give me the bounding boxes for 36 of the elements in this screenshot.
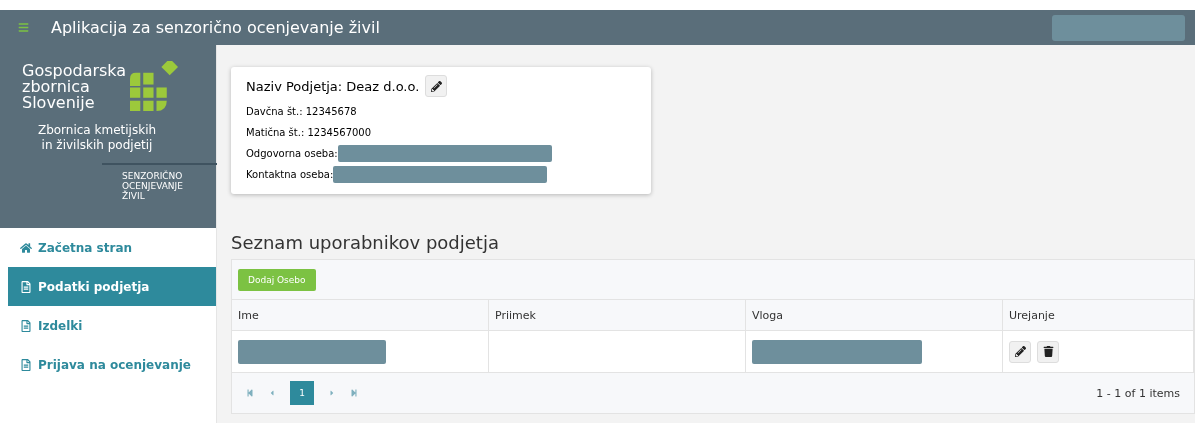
first-page-icon[interactable]: [246, 389, 254, 397]
document-icon: [20, 280, 32, 293]
edit-button[interactable]: [425, 75, 448, 97]
column-header: Urejanje: [1003, 300, 1194, 330]
column-header: Vloga: [746, 300, 1003, 330]
menu-icon[interactable]: [18, 22, 29, 33]
logo-icon: [130, 61, 181, 111]
document-icon: [20, 358, 32, 371]
logo-name: Gospodarska zbornica Slovenije: [22, 63, 127, 111]
logo-subtitle: Zbornica kmetijskih in živilskih podjetij: [36, 123, 158, 153]
field-label: Davčna št.: 12345678: [246, 106, 357, 117]
nav-item[interactable]: Izdelki: [8, 306, 216, 345]
nav-item[interactable]: Podatki podjetja: [8, 267, 216, 306]
trash-icon: [1042, 346, 1054, 357]
column-header: Ime: [232, 300, 489, 330]
nav-item[interactable]: Začetna stran: [8, 228, 216, 267]
field-label: Kontaktna oseba:: [246, 169, 334, 180]
delete-button[interactable]: [1037, 340, 1059, 363]
field-label: Odgovorna oseba:: [246, 148, 338, 159]
pager-info: 1 - 1 of 1 items: [1096, 386, 1180, 400]
section-title: Seznam uporabnikov podjetja: [231, 232, 500, 253]
edit-button[interactable]: [1009, 340, 1031, 363]
next-page-icon[interactable]: [328, 389, 336, 397]
page-button[interactable]: 1: [290, 381, 314, 405]
document-icon: [20, 319, 32, 332]
previous-page-icon[interactable]: [268, 389, 276, 397]
add-person-button[interactable]: Dodaj Osebo: [238, 269, 316, 291]
column-header: Priimek: [489, 300, 746, 330]
home-icon: [20, 241, 32, 254]
app-title: Aplikacija za senzorično ocenjevanje živil: [51, 18, 381, 37]
last-page-icon[interactable]: [350, 389, 358, 397]
pencil-icon: [1014, 346, 1026, 357]
company-name: Naziv Podjetja: Deaz d.o.o.: [246, 78, 420, 94]
field-label: Matična št.: 1234567000: [246, 127, 372, 138]
pencil-icon: [430, 80, 442, 92]
nav-item[interactable]: Prijava na ocenjevanje: [8, 345, 216, 384]
